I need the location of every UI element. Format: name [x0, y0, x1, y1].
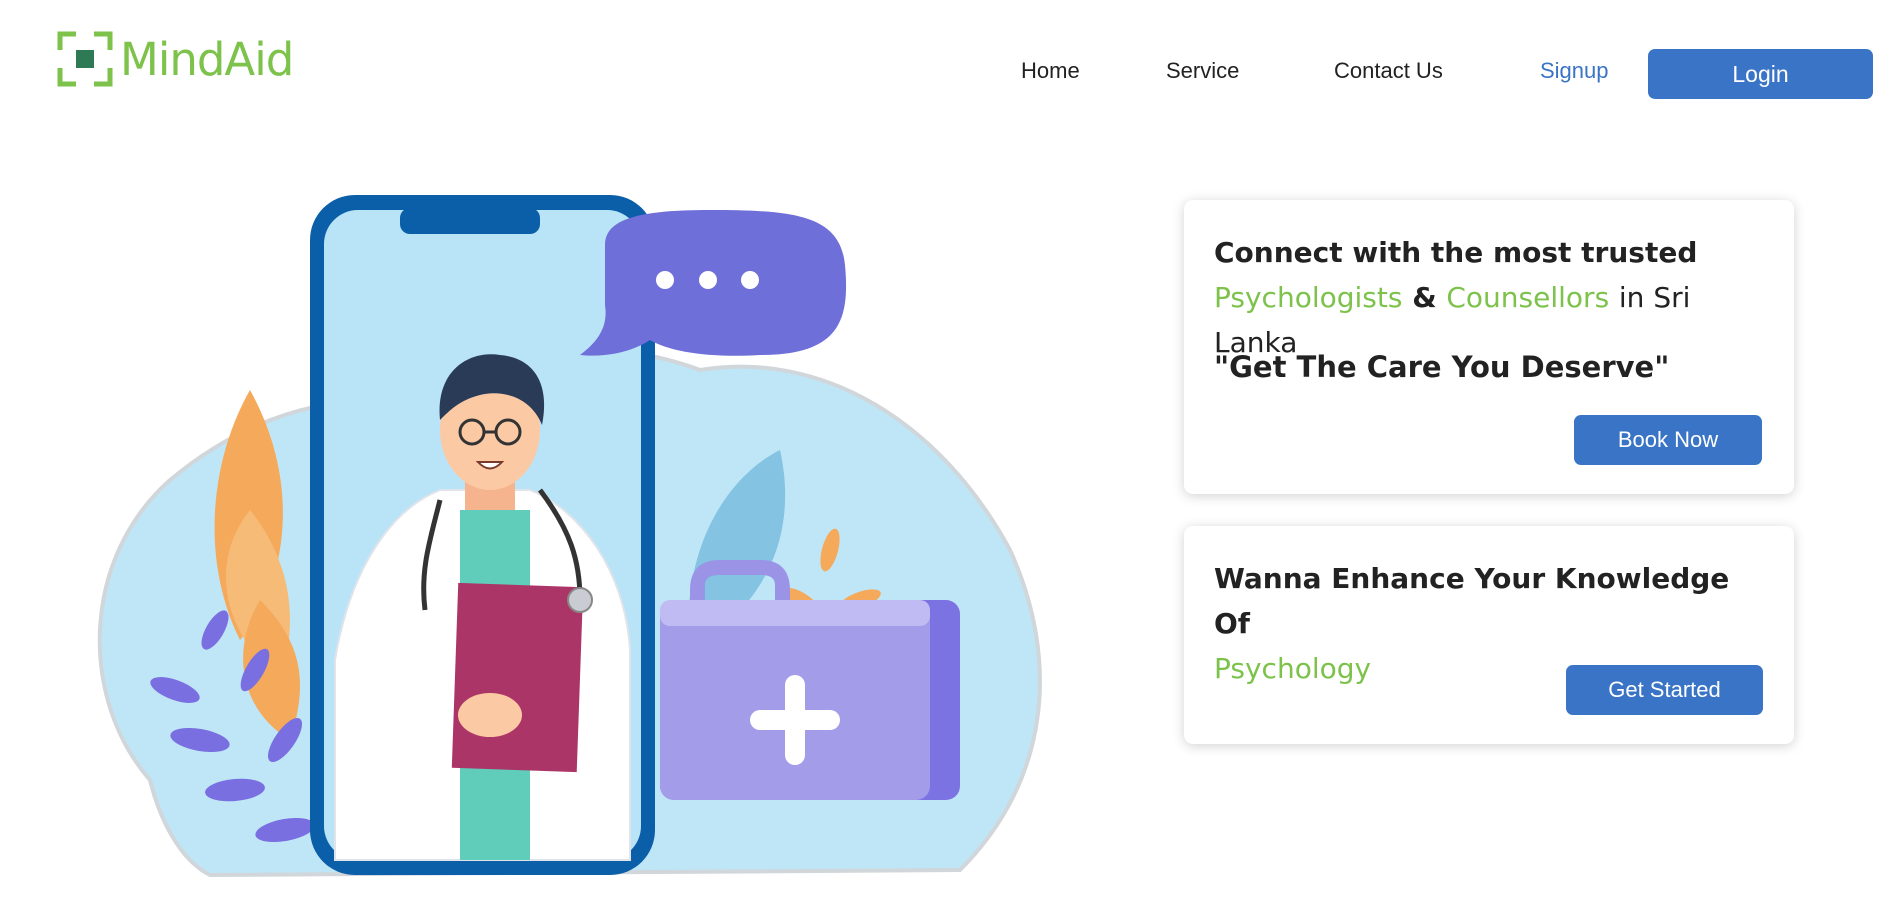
connect-heading-line1: Connect with the most trusted	[1214, 236, 1698, 269]
nav-signup[interactable]: Signup	[1540, 58, 1609, 84]
connect-heading: Connect with the most trusted Psychologi…	[1214, 230, 1774, 365]
nav-contact-us[interactable]: Contact Us	[1334, 58, 1443, 84]
doctor-on-phone-illustration	[97, 195, 1042, 878]
tagline: "Get The Care You Deserve"	[1214, 350, 1670, 384]
login-button[interactable]: Login	[1648, 49, 1873, 99]
landing-page: MindAid Home Service Contact Us Signup L…	[0, 0, 1896, 908]
book-now-button[interactable]: Book Now	[1574, 415, 1762, 465]
nav-home[interactable]: Home	[1021, 58, 1080, 84]
psychology-highlight: Psychology	[1214, 652, 1372, 685]
brand-logo[interactable]: MindAid	[56, 30, 294, 88]
get-started-button[interactable]: Get Started	[1566, 665, 1763, 715]
psychologists-highlight: Psychologists	[1214, 281, 1403, 314]
counsellors-highlight: Counsellors	[1446, 281, 1610, 314]
brand-name: MindAid	[120, 32, 294, 86]
speech-bubble-icon	[580, 210, 847, 356]
ampersand: &	[1412, 281, 1437, 314]
knowledge-card: Wanna Enhance Your Knowledge Of Psycholo…	[1184, 526, 1794, 744]
knowledge-heading-line1: Wanna Enhance Your Knowledge Of	[1214, 562, 1730, 640]
connect-card: Connect with the most trusted Psychologi…	[1184, 200, 1794, 494]
nav-service[interactable]: Service	[1166, 58, 1239, 84]
bracket-square-logo-icon	[57, 31, 113, 87]
